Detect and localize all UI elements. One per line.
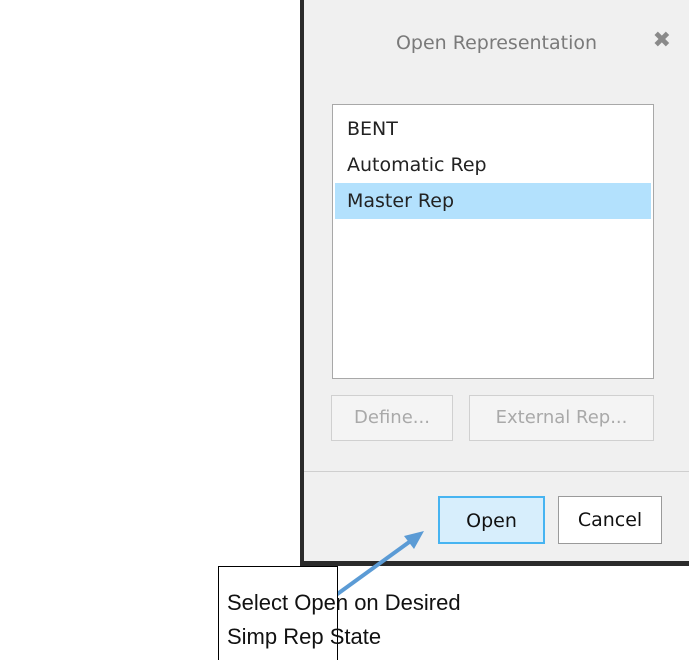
open-representation-dialog: Open Representation ✖ BENT Automatic Rep… — [300, 0, 689, 566]
dialog-divider — [304, 471, 689, 472]
list-item-bent[interactable]: BENT — [335, 111, 651, 147]
list-item-automatic-rep[interactable]: Automatic Rep — [335, 147, 651, 183]
open-button[interactable]: Open — [438, 496, 545, 544]
close-icon[interactable]: ✖ — [653, 30, 671, 52]
external-rep-button[interactable]: External Rep... — [469, 395, 654, 441]
representation-list[interactable]: BENT Automatic Rep Master Rep — [332, 104, 654, 379]
list-item-master-rep[interactable]: Master Rep — [335, 183, 651, 219]
cancel-button[interactable]: Cancel — [558, 496, 662, 544]
define-button[interactable]: Define... — [331, 395, 453, 441]
dialog-titlebar: Open Representation ✖ — [304, 0, 689, 88]
dialog-title: Open Representation — [395, 32, 598, 54]
annotation-text: Select Open on Desired Simp Rep State — [227, 586, 527, 654]
annotation-line-2: Simp Rep State — [227, 624, 382, 649]
annotation-line-1: Select Open on Desired — [227, 590, 461, 615]
page: Open Representation ✖ BENT Automatic Rep… — [0, 0, 689, 660]
